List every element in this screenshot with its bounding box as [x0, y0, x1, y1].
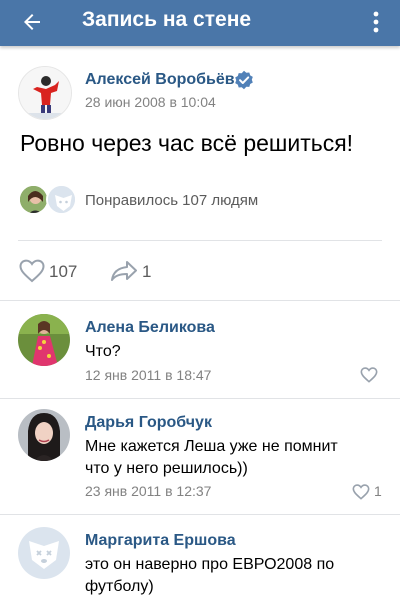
post-author-avatar[interactable]	[18, 66, 72, 120]
divider	[18, 240, 382, 241]
comment-text-line: это он наверно про ЕВРО2008 по	[85, 556, 335, 573]
comment-author-avatar[interactable]	[18, 314, 70, 366]
divider	[0, 514, 400, 515]
avatar-image	[20, 186, 47, 213]
comment-text-line: футболу)	[85, 578, 154, 595]
comment-author-name[interactable]: Маргарита Ершова	[85, 532, 236, 550]
comment-text: это он наверно про ЕВРО2008 по футболу)	[85, 554, 334, 598]
divider	[0, 398, 400, 399]
verified-check-icon	[235, 70, 253, 90]
avatar-image	[18, 314, 70, 366]
dog-placeholder-icon	[18, 527, 70, 579]
heart-icon[interactable]	[360, 367, 378, 383]
comment-text-line: Мне кажется Леша уже не помнит	[85, 438, 338, 455]
arrow-left-icon[interactable]	[20, 10, 44, 34]
divider	[0, 300, 400, 301]
post-like-count: 107	[49, 262, 78, 281]
comment-author-avatar[interactable]	[18, 409, 70, 461]
comment-author-avatar[interactable]	[18, 527, 70, 579]
post-date: 28 июн 2008 в 10:04	[85, 94, 216, 110]
heart-icon[interactable]	[19, 259, 45, 283]
comment-date: 12 янв 2011 в 18:47	[85, 367, 212, 383]
comment-text-line: что у него решилось))	[85, 460, 248, 477]
liker-avatar	[46, 184, 77, 215]
comment-like-count: 1	[374, 483, 382, 499]
top-app-bar: Запись на стене	[0, 0, 400, 46]
post-text: Ровно через час всё решиться!	[20, 130, 354, 156]
dog-placeholder-icon	[48, 186, 75, 213]
page-title: Запись на стене	[82, 8, 252, 31]
liker-avatar	[18, 184, 49, 215]
avatar-image	[19, 67, 71, 119]
comment-text: Мне кажется Леша уже не помнит что у нег…	[85, 436, 338, 480]
share-icon[interactable]	[110, 260, 138, 282]
liked-by-avatars[interactable]	[18, 184, 80, 216]
comment-text-line: Что?	[85, 343, 121, 360]
comment-date: 23 янв 2011 в 12:37	[85, 483, 212, 499]
post-author-name[interactable]: Алексей Воробьёв	[85, 71, 235, 89]
heart-icon[interactable]	[352, 484, 370, 500]
avatar-image	[18, 409, 70, 461]
liked-by-text[interactable]: Понравилось 107 людям	[85, 192, 258, 209]
comment-author-name[interactable]: Алена Беликова	[85, 319, 215, 337]
comment-author-name[interactable]: Дарья Горобчук	[85, 414, 212, 432]
post-share-count: 1	[142, 262, 152, 281]
more-vertical-icon[interactable]	[368, 9, 384, 35]
comment-text: Что?	[85, 341, 121, 363]
